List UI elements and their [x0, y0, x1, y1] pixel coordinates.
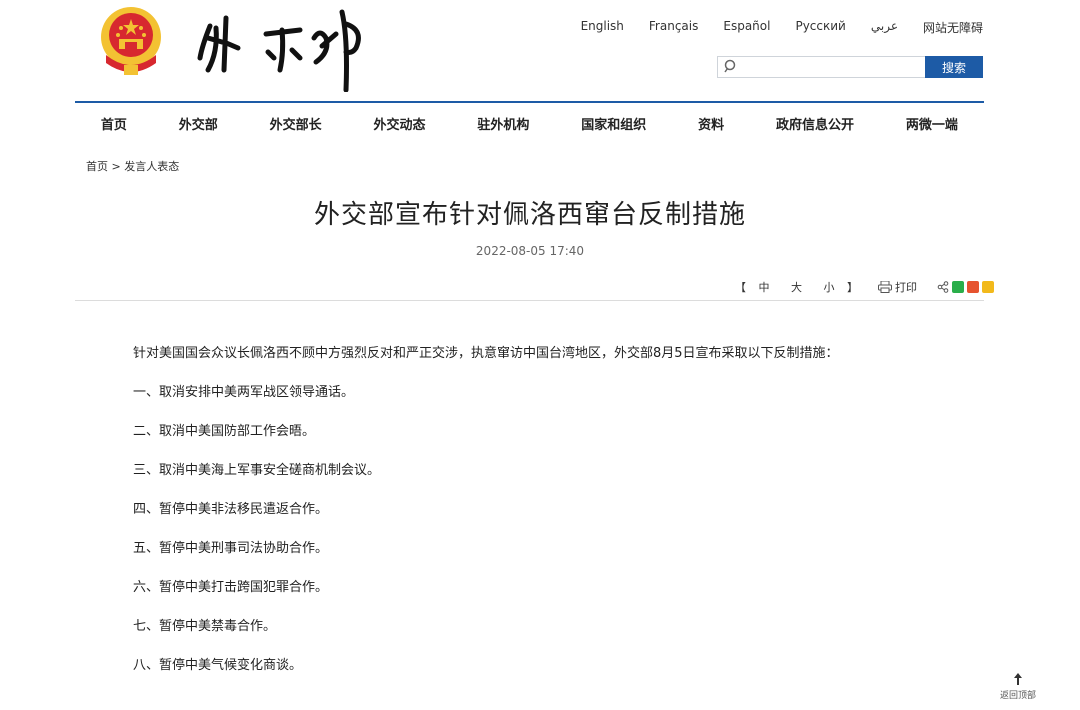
font-size-small-button[interactable]: 小	[824, 281, 835, 294]
page-title: 外交部宣布针对佩洛西窜台反制措施	[313, 200, 746, 230]
article-paragraph: 二、取消中美国防部工作会晤。	[133, 424, 316, 439]
article-paragraph: 三、取消中美海上军事安全磋商机制会议。	[133, 463, 381, 478]
font-size-switcher: 【 中 大 小 】	[735, 279, 858, 295]
print-button[interactable]: 打印	[878, 279, 917, 295]
up-arrow-icon	[1014, 673, 1022, 685]
font-size-medium-button[interactable]: 大	[791, 281, 802, 294]
article-paragraph: 一、取消安排中美两军战区领导通话。	[133, 385, 355, 400]
qzone-icon[interactable]	[982, 281, 994, 293]
font-size-large-button[interactable]: 中	[759, 281, 770, 294]
nav-item-gov-info[interactable]: 政府信息公开	[776, 114, 854, 133]
breadcrumb-home-link[interactable]: 首页	[86, 160, 108, 173]
article-tools: 【 中 大 小 】 打印	[735, 279, 994, 295]
breadcrumb-current-link[interactable]: 发言人表态	[124, 160, 179, 173]
back-to-top-label: 返回顶部	[999, 691, 1036, 701]
share-icon[interactable]	[937, 281, 949, 293]
article-paragraph: 四、暂停中美非法移民遣返合作。	[133, 502, 329, 517]
article-paragraph: 五、暂停中美刑事司法协助合作。	[133, 541, 329, 556]
national-emblem-icon[interactable]	[98, 5, 164, 77]
lang-spanish-link[interactable]: Español	[723, 19, 770, 36]
site-header: English Français Español Русский عربي 网站…	[0, 0, 1080, 102]
lang-english-link[interactable]: English	[581, 19, 624, 36]
publish-date: 2022-08-05 17:40	[475, 244, 585, 258]
header-divider	[75, 101, 984, 103]
ministry-calligraphy-logo[interactable]	[196, 8, 376, 92]
article-paragraph: 七、暂停中美禁毒合作。	[133, 619, 277, 634]
print-label: 打印	[895, 281, 917, 294]
share-bar	[937, 281, 994, 293]
nav-item-countries[interactable]: 国家和组织	[581, 114, 646, 133]
weibo-icon[interactable]	[967, 281, 979, 293]
nav-item-home[interactable]: 首页	[101, 114, 127, 133]
search-icon	[724, 59, 736, 73]
breadcrumb: 首页 > 发言人表态	[86, 158, 179, 174]
back-to-top-button[interactable]: 返回顶部	[998, 673, 1038, 701]
search-bar: 搜索	[717, 56, 983, 78]
article-paragraph: 针对美国国会众议长佩洛西不顾中方强烈反对和严正交涉，执意窜访中国台湾地区，外交部…	[133, 346, 839, 361]
search-field-wrapper	[717, 56, 925, 78]
lang-arabic-link[interactable]: عربي	[871, 19, 898, 36]
nav-item-missions[interactable]: 驻外机构	[477, 114, 529, 133]
content-divider	[75, 300, 984, 301]
breadcrumb-separator: >	[111, 160, 121, 173]
nav-item-news[interactable]: 外交动态	[374, 114, 426, 133]
accessibility-link[interactable]: 网站无障碍	[923, 19, 983, 36]
search-input[interactable]	[740, 57, 925, 77]
article-paragraph: 六、暂停中美打击跨国犯罪合作。	[133, 580, 329, 595]
wechat-icon[interactable]	[952, 281, 964, 293]
nav-item-resources[interactable]: 资料	[698, 114, 724, 133]
printer-icon	[878, 281, 892, 293]
font-size-bracket-open: 【	[735, 281, 746, 294]
language-bar: English Français Español Русский عربي 网站…	[556, 19, 983, 36]
nav-item-ministry[interactable]: 外交部	[179, 114, 218, 133]
search-button[interactable]: 搜索	[925, 56, 983, 78]
lang-french-link[interactable]: Français	[649, 19, 698, 36]
nav-item-social[interactable]: 两微一端	[906, 114, 958, 133]
nav-item-minister[interactable]: 外交部长	[270, 114, 322, 133]
article-paragraph: 八、暂停中美气候变化商谈。	[133, 658, 303, 673]
main-nav: 首页 外交部 外交部长 外交动态 驻外机构 国家和组织 资料 政府信息公开 两微…	[75, 104, 984, 142]
lang-russian-link[interactable]: Русский	[795, 19, 845, 36]
font-size-bracket-close: 】	[847, 281, 858, 294]
article-body: 针对美国国会众议长佩洛西不顾中方强烈反对和严正交涉，执意窜访中国台湾地区，外交部…	[133, 344, 913, 695]
